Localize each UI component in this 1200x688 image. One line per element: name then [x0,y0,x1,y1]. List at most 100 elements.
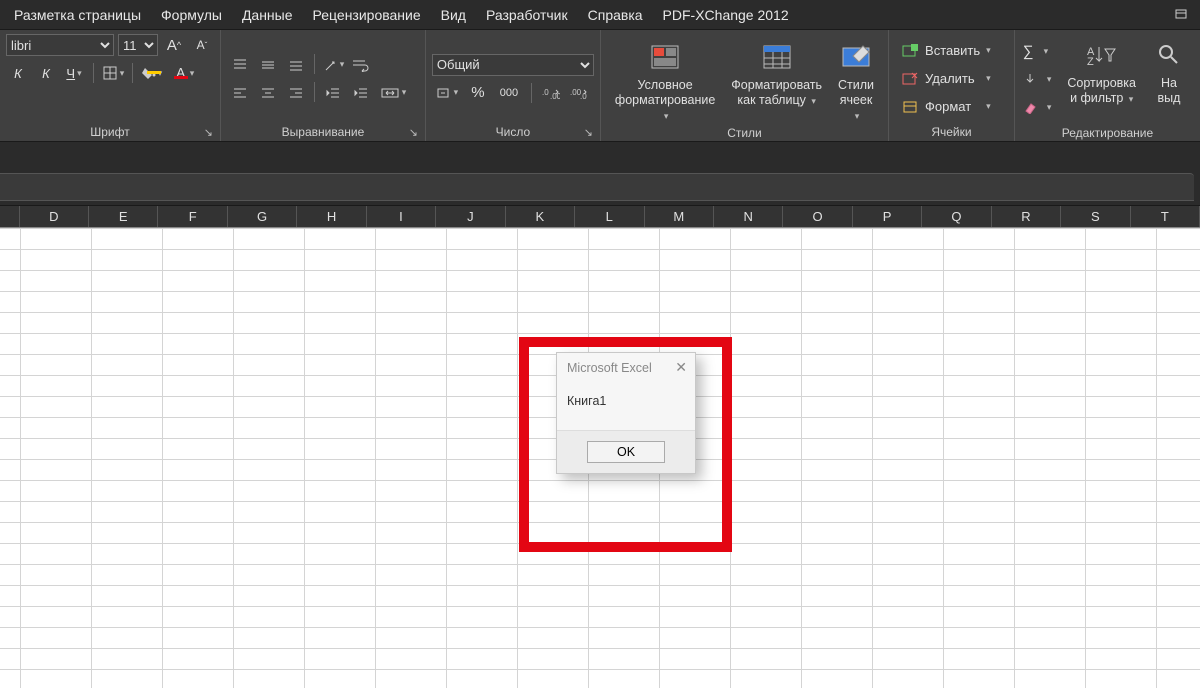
col-header[interactable]: K [506,206,575,227]
conditional-formatting-button[interactable]: Условноеформатирование ▾ [607,34,723,124]
group-styles: Условноеформатирование ▾ Форматироватька… [601,30,889,141]
font-name-select[interactable]: libri [6,34,114,56]
format-icon [901,100,919,114]
message-box-title: Microsoft Excel [567,361,652,375]
increase-indent-button[interactable] [348,82,374,104]
format-as-table-button[interactable]: Форматироватькак таблицу ▾ [723,34,830,124]
align-right-button[interactable] [283,82,309,104]
ribbon: libri 11 A^ Aˇ К К Ч▾ ▾ ▾ [0,30,1200,142]
message-box-text: Книга1 [557,386,695,430]
ribbon-collapse-button[interactable] [1166,3,1196,27]
col-header[interactable]: G [228,206,297,227]
menu-developer[interactable]: Разработчик [476,0,578,30]
align-center-button[interactable] [255,82,281,104]
menu-view[interactable]: Вид [431,0,476,30]
delete-cells-button[interactable]: Удалить▾ [895,67,997,91]
merge-cells-button[interactable]: ▾ [376,82,410,104]
col-header[interactable]: I [367,206,436,227]
formula-bar[interactable] [0,173,1194,201]
formula-bar-area [0,142,1200,206]
sort-filter-icon: AZ [1085,38,1119,72]
wrap-text-button[interactable] [348,54,374,76]
group-label-alignment: Выравнивание ↘ [227,123,419,139]
message-box-close-button[interactable]: ✕ [675,359,687,376]
find-select-button[interactable]: Навыд [1144,34,1194,124]
italic-button[interactable]: К [34,62,58,84]
group-editing: ∑▾ ▾ ▾ AZ Сортировкаи фильтр ▾ Навыд [1015,30,1200,141]
group-label-font: Шрифт ↘ [6,123,214,139]
menubar: Разметка страницы Формулы Данные Рецензи… [0,0,1200,30]
delete-icon [901,72,919,86]
col-header[interactable]: F [158,206,227,227]
col-header[interactable]: S [1061,206,1130,227]
increase-decimal-button[interactable]: .0.00 [539,82,563,104]
col-header[interactable]: L [575,206,644,227]
fill-button[interactable]: ▾ [1021,67,1054,91]
col-header[interactable]: P [853,206,922,227]
cell-styles-icon [839,40,873,74]
bold-button[interactable]: К [6,62,30,84]
accounting-format-button[interactable]: ▾ [432,82,462,104]
font-size-select[interactable]: 11 [118,34,158,56]
number-dialog-launcher[interactable]: ↘ [581,126,596,139]
decrease-indent-button[interactable] [320,82,346,104]
col-header[interactable]: N [714,206,783,227]
conditional-formatting-icon [648,40,682,74]
menu-page-layout[interactable]: Разметка страницы [4,0,151,30]
grow-font-button[interactable]: A^ [162,34,186,56]
svg-text:.0: .0 [580,92,587,100]
col-header[interactable]: R [992,206,1061,227]
alignment-dialog-launcher[interactable]: ↘ [406,126,421,139]
borders-button[interactable]: ▾ [101,62,125,84]
shrink-font-button[interactable]: Aˇ [190,34,214,56]
decrease-decimal-button[interactable]: .00.0 [567,82,591,104]
align-middle-button[interactable] [255,54,281,76]
menu-help[interactable]: Справка [578,0,653,30]
message-box-ok-button[interactable]: OK [587,441,665,463]
align-bottom-button[interactable] [283,54,309,76]
font-color-button[interactable]: A ▾ [172,62,196,84]
autosum-button[interactable]: ∑▾ [1021,39,1054,63]
align-top-button[interactable] [227,54,253,76]
col-header[interactable]: Q [922,206,991,227]
sort-filter-button[interactable]: AZ Сортировкаи фильтр ▾ [1059,34,1144,124]
svg-text:.00: .00 [550,92,560,100]
group-label-number: Число ↘ [432,123,594,139]
message-box: Microsoft Excel ✕ Книга1 OK [556,352,696,474]
col-header[interactable]: J [436,206,505,227]
group-label-styles: Стили [607,124,882,140]
clear-button[interactable]: ▾ [1021,95,1054,119]
group-cells: Вставить▾ Удалить▾ Формат▾ Ячейки [889,30,1015,141]
col-header[interactable]: H [297,206,366,227]
col-header[interactable]: O [783,206,852,227]
col-header[interactable]: D [20,206,89,227]
format-cells-button[interactable]: Формат▾ [895,95,997,119]
orientation-button[interactable]: ▾ [320,54,346,76]
number-format-select[interactable]: Общий [432,54,594,76]
group-number: Общий ▾ % 000 .0.00 .00.0 [426,30,601,141]
font-dialog-launcher[interactable]: ↘ [201,126,216,139]
menu-review[interactable]: Рецензирование [303,0,431,30]
comma-style-button[interactable]: 000 [494,82,524,104]
column-headers: D E F G H I J K L M N O P Q R S T [0,206,1200,228]
menu-data[interactable]: Данные [232,0,303,30]
align-left-button[interactable] [227,82,253,104]
find-select-icon [1152,38,1186,72]
insert-icon [901,44,919,58]
col-header[interactable]: T [1131,206,1200,227]
col-header[interactable]: E [89,206,158,227]
percent-button[interactable]: % [466,82,490,104]
menu-pdf-xchange[interactable]: PDF-XChange 2012 [653,0,799,30]
col-header[interactable]: M [645,206,714,227]
menu-formulas[interactable]: Формулы [151,0,232,30]
svg-text:Z: Z [1087,56,1094,67]
insert-cells-button[interactable]: Вставить▾ [895,39,997,63]
svg-text:.0: .0 [542,88,549,97]
format-as-table-icon [760,40,794,74]
cell-styles-button[interactable]: Стилиячеек ▾ [830,34,882,124]
group-label-cells: Ячейки [895,123,1008,139]
col-header-lead[interactable] [0,206,20,227]
group-label-editing: Редактирование [1021,124,1194,140]
underline-button[interactable]: Ч▾ [62,62,86,84]
group-alignment: ▾ ▾ Выравнивание ↘ [221,30,426,141]
